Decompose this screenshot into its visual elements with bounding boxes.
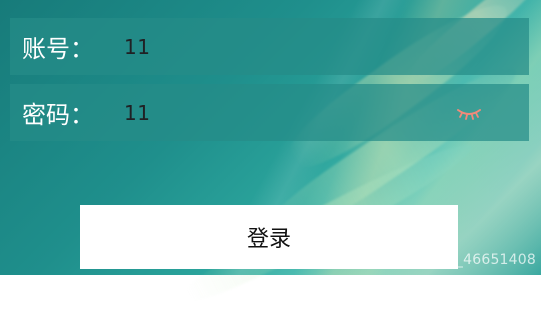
account-row[interactable]: 账号： 11 bbox=[10, 18, 529, 75]
account-input[interactable]: 11 bbox=[124, 35, 150, 59]
password-row[interactable]: 密码： 11 bbox=[10, 84, 529, 141]
password-label: 密码： bbox=[22, 101, 94, 129]
account-label: 账号： bbox=[22, 35, 94, 63]
eye-closed-icon-graphic bbox=[457, 109, 481, 120]
watermark: https://blog.csdn.net/m0_46651408 bbox=[278, 252, 536, 268]
eye-closed-icon[interactable] bbox=[454, 104, 484, 120]
password-input[interactable]: 11 bbox=[124, 101, 150, 125]
